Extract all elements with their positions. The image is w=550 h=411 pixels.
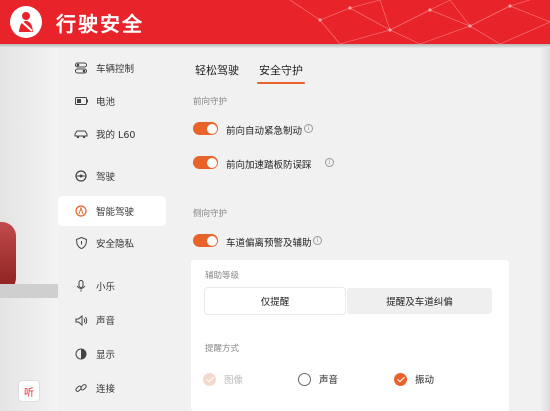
radio-checked-icon [394, 372, 407, 386]
banner: 行驶安全 [0, 0, 550, 44]
sidebar-item-driving[interactable]: 驾驶 [58, 161, 166, 191]
sidebar-item-my-car[interactable]: 我的 L60 [58, 119, 166, 149]
battery-icon [74, 94, 88, 108]
pedal-misuse-label: 前向加速踏板防误踩 [226, 160, 312, 171]
sidebar-item-label: 显示 [96, 350, 116, 361]
section-label-front: 前向守护 [193, 97, 228, 107]
sidebar-item-label: 安全隐私 [96, 239, 135, 250]
tab-easy-driving[interactable]: 轻松驾驶 [195, 62, 239, 78]
microphone-icon [74, 279, 88, 293]
sidebar-item-label: 连接 [96, 384, 116, 395]
tab-safety-guard[interactable]: 安全守护 [259, 62, 303, 78]
brightness-icon [74, 347, 88, 361]
network-pattern-icon [289, 0, 550, 44]
section-label-side: 侧向守护 [193, 209, 228, 219]
speaker-icon [74, 313, 88, 327]
page-title: 行驶安全 [56, 12, 144, 36]
sidebar-item-sound[interactable]: 声音 [58, 305, 166, 335]
sidebar-item-label: 驾驶 [96, 172, 116, 183]
toggle-icon [74, 61, 88, 75]
lane-assist-panel: 辅助等级 仅提醒 提醒及车道纠偏 提醒方式 图像 声音 振动 [191, 260, 509, 411]
active-tab-indicator [257, 82, 305, 84]
sidebar-item-label: 电池 [96, 97, 116, 108]
aeb-label: 前向自动紧急制动 [226, 126, 303, 137]
alert-option-label: 声音 [319, 375, 339, 386]
aeb-toggle[interactable] [193, 122, 218, 135]
alert-option-label: 图像 [224, 375, 244, 386]
car-screen: 听 车辆控制 电池 我的 L60 驾驶 智能驾驶 安全隐私 小乐 声音 显示 连… [0, 48, 550, 411]
sidebar-item-label: 智能驾驶 [96, 207, 135, 218]
alert-option-label: 振动 [415, 375, 435, 386]
link-icon [74, 381, 88, 395]
lane-departure-label: 车道偏离预警及辅助 [226, 238, 312, 249]
radio-unchecked-icon [298, 372, 311, 386]
alert-option-sound[interactable]: 声音 [298, 372, 338, 386]
car-photo [0, 222, 16, 292]
shield-icon [74, 236, 88, 250]
sidebar-item-battery[interactable]: 电池 [58, 86, 166, 116]
sidebar-item-vehicle-control[interactable]: 车辆控制 [58, 53, 166, 83]
info-icon[interactable]: i [325, 158, 334, 167]
ground-shadow [0, 284, 58, 298]
sidebar-item-label: 声音 [96, 316, 116, 327]
sidebar-item-label: 我的 L60 [96, 130, 136, 141]
sidebar-item-security-privacy[interactable]: 安全隐私 [58, 228, 166, 258]
pedal-misuse-toggle[interactable] [193, 156, 218, 169]
screen-bezel [538, 48, 550, 411]
sidebar: 车辆控制 电池 我的 L60 驾驶 智能驾驶 安全隐私 小乐 声音 显示 连接 [58, 48, 166, 411]
assist-level-option-alert-correct[interactable]: 提醒及车道纠偏 [347, 288, 492, 314]
app-badge[interactable]: 听 [18, 380, 40, 402]
smart-drive-icon [74, 204, 88, 218]
sidebar-item-smart-driving[interactable]: 智能驾驶 [58, 196, 166, 226]
sidebar-item-display[interactable]: 显示 [58, 339, 166, 369]
steering-wheel-icon [74, 169, 88, 183]
car-icon [74, 127, 88, 141]
assist-level-option-alert-only[interactable]: 仅提醒 [205, 288, 345, 314]
info-icon[interactable]: i [313, 236, 322, 245]
alert-option-image[interactable]: 图像 [203, 372, 243, 386]
lane-departure-toggle[interactable] [193, 234, 218, 247]
settings-content: 轻松驾驶 安全守护 前向守护 前向自动紧急制动 i 前向加速踏板防误踩 i 侧向… [176, 48, 510, 411]
sidebar-item-label: 车辆控制 [96, 64, 135, 75]
seatbelt-logo-icon [10, 6, 42, 38]
alert-method-label: 提醒方式 [205, 344, 240, 354]
background-photo: 听 [0, 48, 58, 411]
sidebar-item-assistant[interactable]: 小乐 [58, 271, 166, 301]
sidebar-item-label: 小乐 [96, 282, 116, 293]
alert-option-vibration[interactable]: 振动 [394, 372, 434, 386]
info-icon[interactable]: i [304, 124, 313, 133]
assist-level-label: 辅助等级 [205, 271, 240, 281]
radio-checked-disabled-icon [203, 372, 216, 386]
sidebar-item-connect[interactable]: 连接 [58, 373, 166, 403]
